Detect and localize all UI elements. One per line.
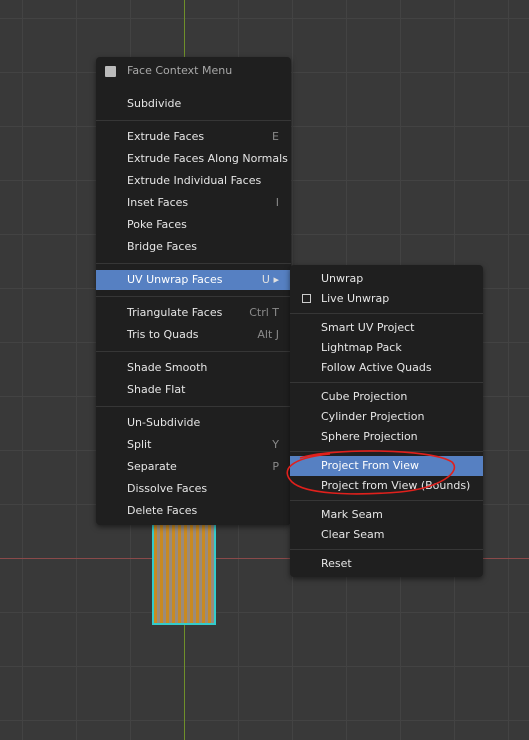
shortcut-label: U ▸: [261, 273, 279, 286]
menu-separator: [96, 120, 291, 121]
menu-item-poke-faces[interactable]: Poke Faces: [96, 215, 291, 235]
menu-item-bridge-faces[interactable]: Bridge Faces: [96, 237, 291, 257]
menu-item-label: Shade Smooth: [127, 361, 208, 374]
menu-item-extrude-faces[interactable]: Extrude Faces E: [96, 127, 291, 147]
shortcut-label: Ctrl T: [249, 306, 279, 319]
shortcut-label: Y: [272, 438, 279, 451]
menu-item-delete-faces[interactable]: Delete Faces: [96, 501, 291, 521]
menu-item-tris-to-quads[interactable]: Tris to Quads Alt J: [96, 325, 291, 345]
menu-separator: [96, 296, 291, 297]
menu-item-split[interactable]: Split Y: [96, 435, 291, 455]
menu-item-label: Cube Projection: [321, 390, 408, 403]
menu-item-triangulate-faces[interactable]: Triangulate Faces Ctrl T: [96, 303, 291, 323]
menu-item-uv-unwrap-faces[interactable]: UV Unwrap Faces U ▸: [96, 270, 291, 290]
menu-item-label: Subdivide: [127, 97, 182, 110]
menu-separator: [96, 351, 291, 352]
menu-item-extrude-faces-along-normals[interactable]: Extrude Faces Along Normals: [96, 149, 291, 169]
menu-item-label: Follow Active Quads: [321, 361, 432, 374]
menu-item-label: Live Unwrap: [321, 292, 390, 305]
menu-item-follow-active-quads[interactable]: Follow Active Quads: [290, 358, 483, 378]
menu-item-label: Extrude Faces Along Normals: [127, 152, 288, 165]
menu-item-un-subdivide[interactable]: Un-Subdivide: [96, 413, 291, 433]
menu-item-label: Extrude Individual Faces: [127, 174, 262, 187]
uv-unwrap-submenu: Unwrap Live Unwrap Smart UV Project Lightma…: [290, 265, 483, 577]
menu-separator: [290, 500, 483, 501]
menu-item-cube-projection[interactable]: Cube Projection: [290, 387, 483, 407]
menu-item-sphere-projection[interactable]: Sphere Projection: [290, 427, 483, 447]
shortcut-label: P: [272, 460, 279, 473]
menu-item-label: Mark Seam: [321, 508, 383, 521]
menu-item-label: Shade Flat: [127, 383, 186, 396]
menu-item-project-from-view[interactable]: Project From View: [290, 456, 483, 476]
checkbox-icon[interactable]: [302, 294, 311, 303]
shortcut-label: Alt J: [257, 328, 279, 341]
menu-item-reset[interactable]: Reset: [290, 554, 483, 574]
menu-item-label: Unwrap: [321, 272, 364, 285]
menu-separator: [96, 406, 291, 407]
menu-separator: [96, 263, 291, 264]
menu-item-label: Sphere Projection: [321, 430, 418, 443]
menu-item-label: Triangulate Faces: [127, 306, 223, 319]
menu-item-label: Poke Faces: [127, 218, 187, 231]
menu-item-label: Split: [127, 438, 152, 451]
menu-item-label: Clear Seam: [321, 528, 385, 541]
menu-separator: [290, 382, 483, 383]
menu-item-mark-seam[interactable]: Mark Seam: [290, 505, 483, 525]
menu-item-separate[interactable]: Separate P: [96, 457, 291, 477]
menu-item-clear-seam[interactable]: Clear Seam: [290, 525, 483, 545]
menu-item-extrude-individual-faces[interactable]: Extrude Individual Faces: [96, 171, 291, 191]
menu-item-label: Inset Faces: [127, 196, 189, 209]
menu-item-project-from-view-bounds[interactable]: Project from View (Bounds): [290, 476, 483, 496]
menu-item-label: Project From View: [321, 459, 419, 472]
menu-item-label: Dissolve Faces: [127, 482, 208, 495]
menu-item-label: Cylinder Projection: [321, 410, 425, 423]
menu-item-label: UV Unwrap Faces: [127, 273, 223, 286]
shortcut-label: E: [272, 130, 279, 143]
face-context-menu: Face Context Menu Subdivide Extrude Faces…: [96, 57, 291, 525]
menu-item-dissolve-faces[interactable]: Dissolve Faces: [96, 479, 291, 499]
menu-item-inset-faces[interactable]: Inset Faces I: [96, 193, 291, 213]
menu-item-smart-uv-project[interactable]: Smart UV Project: [290, 318, 483, 338]
menu-separator: [290, 549, 483, 550]
menu-item-label: Delete Faces: [127, 504, 198, 517]
menu-item-subdivide[interactable]: Subdivide: [96, 94, 291, 114]
menu-item-label: Bridge Faces: [127, 240, 197, 253]
cube-icon: [105, 66, 116, 77]
menu-item-label: Lightmap Pack: [321, 341, 402, 354]
menu-item-shade-smooth[interactable]: Shade Smooth: [96, 358, 291, 378]
menu-separator: [290, 451, 483, 452]
menu-item-unwrap[interactable]: Unwrap: [290, 269, 483, 289]
shortcut-label: I: [275, 196, 279, 209]
menu-separator: [290, 313, 483, 314]
menu-item-label: Project from View (Bounds): [321, 479, 471, 492]
menu-item-lightmap-pack[interactable]: Lightmap Pack: [290, 338, 483, 358]
menu-item-label: Smart UV Project: [321, 321, 415, 334]
menu-item-label: Separate: [127, 460, 177, 473]
menu-item-label: Reset: [321, 557, 352, 570]
menu-item-label: Extrude Faces: [127, 130, 205, 143]
menu-item-cylinder-projection[interactable]: Cylinder Projection: [290, 407, 483, 427]
menu-item-label: Un-Subdivide: [127, 416, 201, 429]
menu-item-live-unwrap[interactable]: Live Unwrap: [290, 289, 483, 309]
menu-item-label: Tris to Quads: [127, 328, 199, 341]
menu-item-shade-flat[interactable]: Shade Flat: [96, 380, 291, 400]
menu-title: Face Context Menu: [127, 64, 233, 77]
